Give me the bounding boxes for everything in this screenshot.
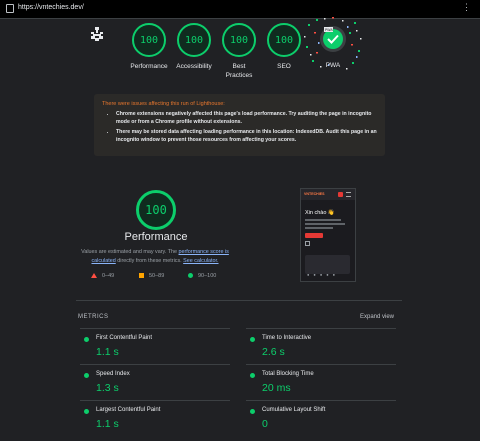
warning-item: There may be stored data affecting loadi… — [116, 128, 378, 144]
gauge-label: Performance — [130, 63, 168, 70]
metric-value: 1.3 s — [96, 382, 119, 394]
legend-average: 50–89 — [139, 273, 164, 279]
gauge-score: 100 — [222, 23, 256, 57]
metric-label: Largest Contentful Paint — [96, 407, 161, 413]
desc-text: directly from these metrics. — [115, 257, 184, 264]
pass-circle-icon — [250, 337, 255, 342]
thumbnail-text-line — [305, 223, 345, 225]
metric-divider — [246, 364, 396, 365]
performance-description: Values are estimated and may vary. The p… — [78, 248, 232, 265]
metric-value: 0 — [262, 418, 268, 430]
gauge-accessibility[interactable]: 100 Accessibility — [169, 23, 219, 71]
metric-divider — [80, 364, 230, 365]
metric-label: Total Blocking Time — [262, 371, 314, 377]
metric-label: First Contentful Paint — [96, 335, 153, 341]
lighthouse-logo-icon — [91, 27, 103, 41]
legend-pass: 90–100 — [188, 273, 216, 279]
thumbnail-menu-icon — [346, 192, 351, 197]
metrics-heading: METRICS — [78, 314, 109, 320]
metric-value: 1.1 s — [96, 346, 119, 358]
thumbnail-brand: VNTECHIES — [304, 192, 325, 196]
metric-value: 2.6 s — [262, 346, 285, 358]
pass-circle-icon — [250, 373, 255, 378]
metric-divider — [246, 400, 396, 401]
warning-title: There were issues affecting this run of … — [102, 101, 225, 107]
gauge-performance[interactable]: 100 Performance — [124, 23, 174, 71]
kebab-menu-icon[interactable]: ⋮ — [462, 3, 471, 12]
url-text[interactable]: https://vntechies.dev/ — [18, 4, 84, 11]
fail-triangle-icon — [91, 273, 97, 279]
metric-cls: Cumulative Layout Shift 0 — [250, 407, 400, 441]
svg-text:PWA: PWA — [325, 28, 333, 32]
legend-label: 90–100 — [198, 273, 217, 279]
expand-view-toggle[interactable]: Expand view — [360, 314, 394, 320]
page-icon — [6, 4, 14, 13]
pass-circle-icon — [250, 409, 255, 414]
gauge-label: Accessibility — [176, 63, 212, 70]
thumbnail-cta — [305, 233, 323, 238]
metric-lcp: Largest Contentful Paint 1.1 s — [84, 407, 234, 441]
warning-item: Chrome extensions negatively affected th… — [116, 110, 378, 126]
gauge-score: 100 — [267, 23, 301, 57]
performance-title: Performance — [124, 231, 188, 243]
thumbnail-checkbox — [305, 241, 310, 246]
average-square-icon — [139, 273, 144, 279]
metric-value: 1.1 s — [96, 418, 119, 430]
legend-fail: 0–49 — [91, 273, 114, 279]
pass-circle-icon — [84, 373, 89, 378]
thumbnail-icons: ●●●●● — [307, 272, 340, 277]
gauge-label: PWA — [325, 62, 341, 69]
pass-circle-icon — [84, 409, 89, 414]
thumbnail-button-icon — [338, 192, 343, 197]
metric-divider — [246, 328, 396, 329]
warning-list: Chrome extensions negatively affected th… — [108, 110, 378, 146]
section-divider — [76, 300, 402, 301]
warning-box: There were issues affecting this run of … — [94, 94, 385, 156]
pass-circle-icon — [84, 337, 89, 342]
legend-label: 0–49 — [102, 273, 115, 279]
thumbnail-text-line — [305, 227, 333, 229]
thumbnail-greeting: Xin chào 👋 — [305, 210, 335, 216]
metric-divider — [80, 400, 230, 401]
performance-gauge: 100 — [136, 190, 176, 230]
gauge-label: Best Practices — [225, 63, 253, 79]
metric-label: Speed Index — [96, 371, 130, 377]
pass-circle-icon — [188, 273, 193, 279]
thumbnail-text-line — [305, 219, 341, 221]
legend-label: 50–89 — [149, 273, 165, 279]
page-screenshot-thumbnail[interactable]: VNTECHIES Xin chào 👋 ●●●●● — [300, 188, 356, 282]
metric-divider — [80, 328, 230, 329]
browser-topbar: https://vntechies.dev/ ⋮ — [0, 0, 480, 19]
metric-value: 20 ms — [262, 382, 291, 394]
metric-label: Time to Interactive — [262, 335, 312, 341]
gauge-score: 100 — [132, 23, 166, 57]
calculator-link[interactable]: See calculator. — [183, 258, 218, 264]
gauge-pwa[interactable]: PWA PWA — [302, 16, 364, 74]
metric-label: Cumulative Layout Shift — [262, 407, 326, 413]
desc-text: Values are estimated and may vary. The — [81, 249, 179, 255]
gauge-score: 100 — [177, 23, 211, 57]
gauge-best-practices[interactable]: 100 Best Practices — [214, 23, 264, 80]
